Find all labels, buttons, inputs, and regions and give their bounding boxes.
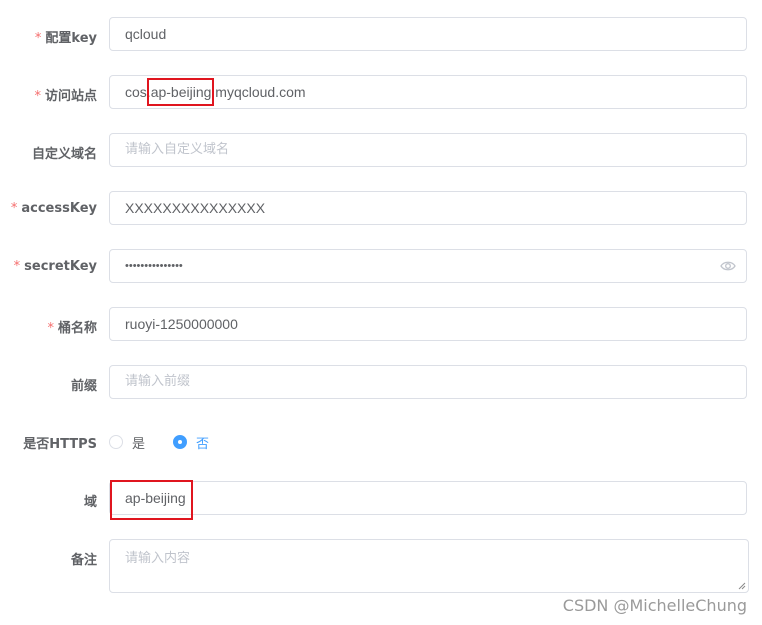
prefix-input[interactable]: 请输入前缀 bbox=[109, 365, 747, 399]
region-input[interactable]: ap-beijing bbox=[109, 481, 747, 515]
config-key-label: * 配置key bbox=[34, 31, 97, 46]
bucket-name-input[interactable]: ruoyi-1250000000 bbox=[109, 307, 747, 341]
endpoint-prefix: cos. bbox=[125, 84, 151, 100]
secret-key-label: * secretKey bbox=[13, 259, 97, 274]
custom-domain-label: 自定义域名 bbox=[31, 147, 97, 162]
https-label: 是否HTTPS bbox=[23, 437, 97, 452]
endpoint-region: ap-beijing bbox=[150, 84, 212, 100]
watermark: CSDN @MichelleChung bbox=[562, 596, 747, 615]
endpoint-input[interactable]: cos.ap-beijing.myqcloud.com bbox=[109, 75, 747, 109]
access-key-input[interactable]: XXXXXXXXXXXXXXX bbox=[109, 191, 747, 225]
https-radio-group: 是 否 bbox=[109, 432, 237, 452]
custom-domain-input[interactable]: 请输入自定义域名 bbox=[109, 133, 747, 167]
radio-circle-icon[interactable] bbox=[109, 435, 123, 449]
eye-icon[interactable] bbox=[720, 259, 736, 273]
bucket-name-label: * 桶名称 bbox=[47, 321, 97, 336]
endpoint-suffix: .myqcloud.com bbox=[211, 84, 306, 100]
remark-label: 备注 bbox=[70, 553, 97, 568]
access-key-label: * accessKey bbox=[10, 201, 97, 216]
remark-textarea[interactable]: 请输入内容 bbox=[109, 539, 749, 593]
region-label: 域 bbox=[83, 495, 97, 510]
config-key-input[interactable]: qcloud bbox=[109, 17, 747, 51]
radio-circle-checked-icon[interactable] bbox=[173, 435, 188, 449]
secret-key-input[interactable]: ••••••••••••••• bbox=[109, 249, 747, 283]
prefix-label: 前缀 bbox=[70, 379, 97, 394]
endpoint-label: * 访问站点 bbox=[34, 89, 97, 104]
https-radio-no[interactable]: 否 bbox=[173, 433, 209, 452]
resize-handle-icon[interactable] bbox=[738, 582, 746, 590]
https-radio-yes[interactable]: 是 bbox=[109, 433, 145, 452]
